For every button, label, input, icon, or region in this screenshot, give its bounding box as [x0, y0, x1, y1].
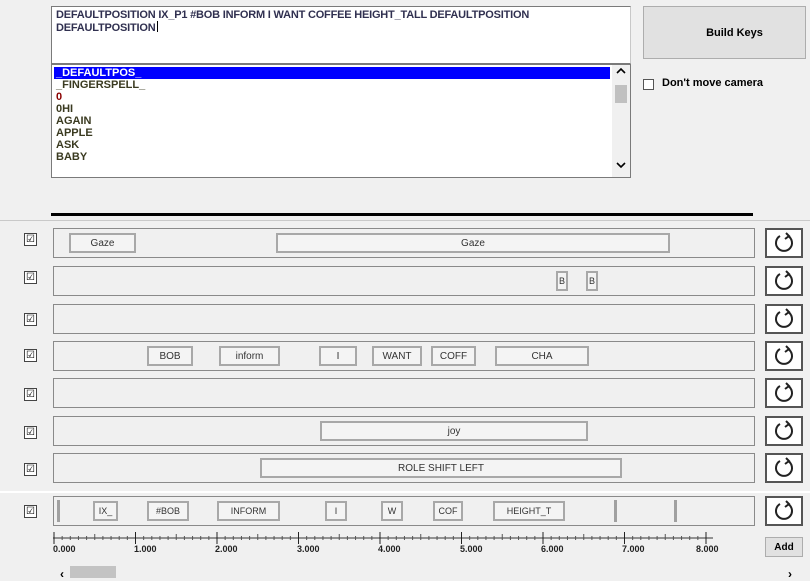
- timeline-block[interactable]: IX_: [93, 501, 118, 521]
- timeline-block[interactable]: CHA: [495, 346, 589, 366]
- segment-marker: [57, 500, 60, 522]
- sign-list-item[interactable]: ASK: [54, 139, 610, 151]
- reset-track-1-button[interactable]: [765, 228, 803, 258]
- segment-marker: [614, 500, 617, 522]
- tick-label: 8.000: [696, 544, 719, 554]
- timeline-block[interactable]: COFF: [431, 346, 476, 366]
- track-3-checkbox[interactable]: ☑: [24, 313, 37, 326]
- list-scroll-thumb[interactable]: [615, 85, 627, 103]
- scroll-down-icon[interactable]: [612, 159, 630, 175]
- track-6-checkbox[interactable]: ☑: [24, 426, 37, 439]
- rotate-icon: [775, 457, 793, 477]
- timeline-block[interactable]: BOB: [147, 346, 193, 366]
- dont-move-camera-checkbox[interactable]: [643, 79, 654, 90]
- track-2: B B: [53, 266, 755, 296]
- timeline-block[interactable]: INFORM: [217, 501, 280, 521]
- timeline-block[interactable]: Gaze: [276, 233, 670, 253]
- reset-track-8-button[interactable]: [765, 496, 803, 526]
- timeline-block[interactable]: COF: [433, 501, 463, 521]
- reset-track-3-button[interactable]: [765, 304, 803, 334]
- tick-label: 4.000: [378, 544, 401, 554]
- timeline-block[interactable]: I: [319, 346, 357, 366]
- timeline-block[interactable]: HEIGHT_T: [493, 501, 565, 521]
- sign-list-item[interactable]: 0HI: [54, 103, 610, 115]
- track-3: [53, 304, 755, 334]
- sign-list[interactable]: _DEFAULTPOS_ _FINGERSPELL_ 0 0HI AGAIN A…: [51, 64, 631, 178]
- sign-list-item[interactable]: _FINGERSPELL_: [54, 79, 610, 91]
- sequence-text: DEFAULTPOSITION IX_P1 #BOB INFORM I WANT…: [56, 9, 530, 34]
- rotate-icon: [775, 345, 793, 365]
- track-1-checkbox[interactable]: ☑: [24, 233, 37, 246]
- timeline-block[interactable]: inform: [219, 346, 280, 366]
- tick-label: 7.000: [622, 544, 645, 554]
- reset-track-5-button[interactable]: [765, 378, 803, 408]
- reset-track-6-button[interactable]: [765, 416, 803, 446]
- track-divider: [0, 491, 810, 493]
- track-7-checkbox[interactable]: ☑: [24, 463, 37, 476]
- track-5-checkbox[interactable]: ☑: [24, 388, 37, 401]
- divider: [0, 220, 810, 221]
- scroll-up-icon[interactable]: [612, 65, 630, 81]
- dont-move-camera-label: Don't move camera: [662, 77, 764, 89]
- timeline-block[interactable]: W: [381, 501, 403, 521]
- sign-list-item[interactable]: AGAIN: [54, 115, 610, 127]
- reset-track-7-button[interactable]: [765, 453, 803, 483]
- rotate-icon: [775, 500, 793, 520]
- segment-marker: [674, 500, 677, 522]
- timeline-ruler: 0.000 1.000 2.000 3.000 4.000 5.000 6.00…: [53, 532, 755, 556]
- track-4-checkbox[interactable]: ☑: [24, 349, 37, 362]
- add-button[interactable]: Add: [765, 537, 803, 557]
- timeline-block[interactable]: B: [556, 271, 568, 291]
- tick-label: 1.000: [134, 544, 157, 554]
- sequence-text-input[interactable]: DEFAULTPOSITION IX_P1 #BOB INFORM I WANT…: [51, 6, 631, 64]
- timeline-block[interactable]: ROLE SHIFT LEFT: [260, 458, 622, 478]
- track-7: ROLE SHIFT LEFT: [53, 453, 755, 483]
- timeline-block[interactable]: I: [325, 501, 347, 521]
- rotate-icon: [775, 420, 793, 440]
- track-8-checkbox[interactable]: ☑: [24, 505, 37, 518]
- rotate-icon: [775, 232, 793, 252]
- timeline-block[interactable]: B: [586, 271, 598, 291]
- scroll-left-icon[interactable]: ‹: [60, 567, 64, 581]
- reset-track-2-button[interactable]: [765, 266, 803, 296]
- sign-list-item[interactable]: APPLE: [54, 127, 610, 139]
- track-5: [53, 378, 755, 408]
- tick-label: 6.000: [541, 544, 564, 554]
- tick-label: 5.000: [460, 544, 483, 554]
- timeline-block[interactable]: Gaze: [69, 233, 136, 253]
- tick-label: 0.000: [53, 544, 76, 554]
- sign-list-item[interactable]: 0: [54, 91, 610, 103]
- track-4: BOB inform I WANT COFF CHA: [53, 341, 755, 371]
- track-6: joy: [53, 416, 755, 446]
- build-keys-button[interactable]: Build Keys: [643, 6, 806, 59]
- list-scrollbar[interactable]: [612, 65, 630, 177]
- ruler-ticks: [53, 532, 713, 544]
- track-2-checkbox[interactable]: ☑: [24, 271, 37, 284]
- horizontal-scroll-thumb[interactable]: [70, 566, 116, 578]
- sign-list-item[interactable]: BABY: [54, 151, 610, 163]
- track-8: IX_ #BOB INFORM I W COF HEIGHT_T: [53, 496, 755, 526]
- scroll-right-icon[interactable]: ›: [788, 567, 792, 581]
- tick-label: 2.000: [215, 544, 238, 554]
- text-caret: [157, 21, 159, 32]
- rotate-icon: [775, 308, 793, 328]
- track-1: Gaze Gaze: [53, 228, 755, 258]
- timeline-block[interactable]: joy: [320, 421, 588, 441]
- rotate-icon: [775, 382, 793, 402]
- sign-list-item[interactable]: _DEFAULTPOS_: [54, 67, 610, 79]
- rotate-icon: [775, 270, 793, 290]
- timeline-block[interactable]: WANT: [372, 346, 422, 366]
- separator: [51, 213, 753, 216]
- timeline-block[interactable]: #BOB: [147, 501, 189, 521]
- tick-label: 3.000: [297, 544, 320, 554]
- reset-track-4-button[interactable]: [765, 341, 803, 371]
